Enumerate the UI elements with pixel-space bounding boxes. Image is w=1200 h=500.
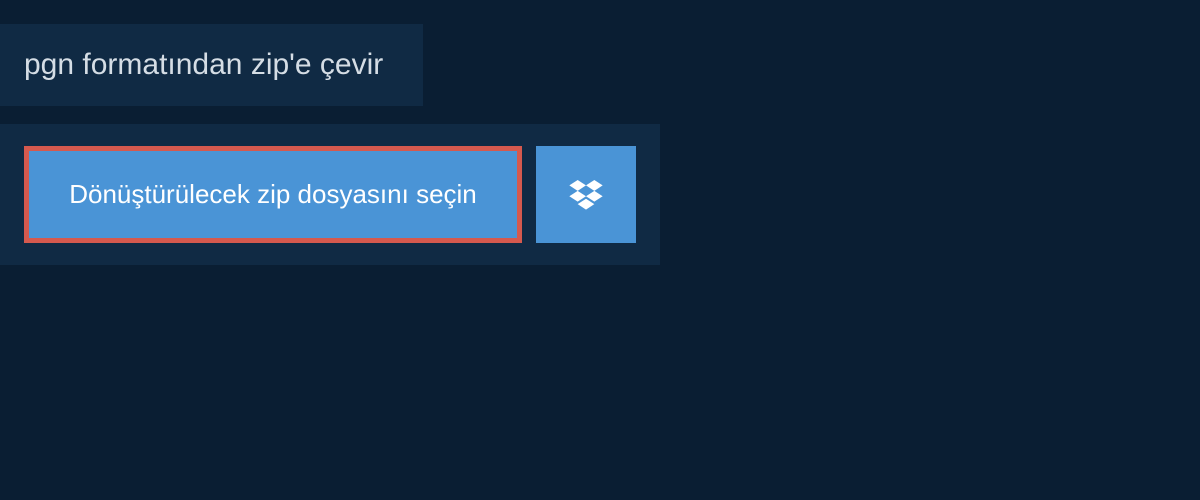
upload-panel: Dönüştürülecek zip dosyasını seçin [0,124,660,265]
page-title: pgn formatından zip'e çevir [24,48,383,82]
select-file-button[interactable]: Dönüştürülecek zip dosyasını seçin [24,146,522,243]
select-file-label: Dönüştürülecek zip dosyasını seçin [69,179,477,210]
dropbox-button[interactable] [536,146,636,243]
dropbox-icon [569,180,603,210]
header-bar: pgn formatından zip'e çevir [0,24,423,106]
